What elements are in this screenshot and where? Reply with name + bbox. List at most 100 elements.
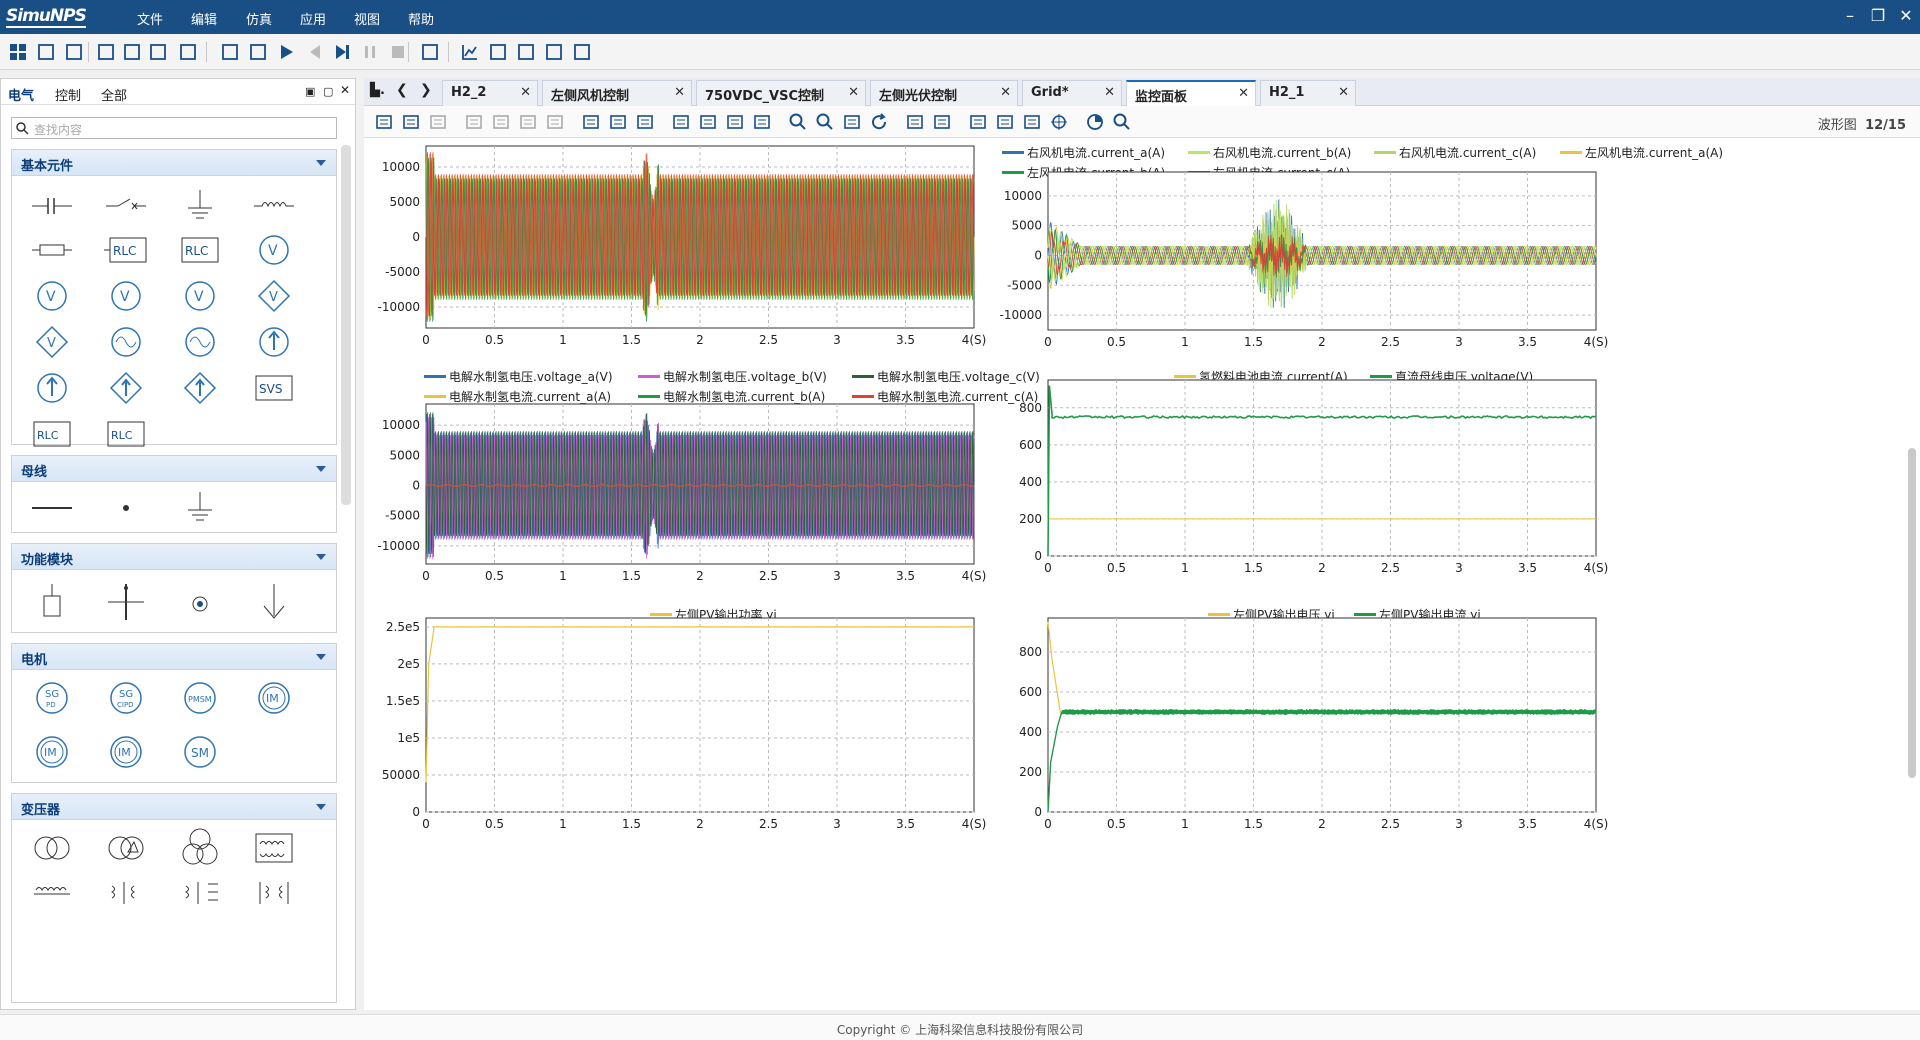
tab-close-icon[interactable]: ✕ (520, 85, 531, 100)
pmsm-icon[interactable]: PMSM (178, 678, 222, 718)
busbar-tap-icon[interactable] (104, 582, 148, 622)
refresh-icon[interactable] (867, 110, 891, 134)
panel-scrollbar[interactable] (341, 145, 351, 505)
im-icon[interactable]: IM (252, 678, 296, 718)
menu-simulate[interactable]: 仿真 (246, 9, 272, 28)
panel-close-icon[interactable]: ✕ (340, 83, 350, 97)
chart-pv-power[interactable]: 左侧PV输出功率.yi 0 0.5 1 1.5 2 2.5 3 3.5 4(S) 2.5e5 2e5 1… (364, 600, 987, 846)
ac-voltage-source-icon[interactable]: V (30, 276, 74, 316)
stop-icon[interactable] (386, 40, 410, 64)
settings-icon[interactable] (218, 40, 242, 64)
menu-help[interactable]: 帮助 (408, 9, 434, 28)
category-bus-header[interactable]: 母线 (12, 456, 336, 482)
zoom-in-icon[interactable] (786, 110, 810, 134)
target-icon[interactable] (1047, 110, 1071, 134)
menu-apply[interactable]: 应用 (300, 9, 326, 28)
capacitor-icon[interactable] (30, 186, 74, 226)
tab-close-icon[interactable]: ✕ (1238, 86, 1249, 101)
run-icon[interactable] (274, 40, 298, 64)
dependent-voltage-icon[interactable]: V (252, 276, 296, 316)
new-model-icon[interactable] (94, 40, 118, 64)
doc-tab-grid[interactable]: Grid* ✕ (1022, 80, 1122, 106)
copy-icon[interactable] (462, 110, 486, 134)
transformer-coil-icon[interactable] (252, 828, 296, 868)
align-left-icon[interactable] (606, 110, 630, 134)
rlc-parallel-icon[interactable]: RLC (178, 230, 222, 270)
doc-tab-vsc[interactable]: 750VDC_VSC控制 ✕ (696, 80, 866, 106)
menu-edit[interactable]: 编辑 (191, 9, 217, 28)
float-icon[interactable]: ▢ (323, 85, 333, 98)
chart-wind-current[interactable]: 右风机电流.current_a(A) 右风机电流.current_b(A) 右风机电… (988, 138, 1904, 352)
transformer-coil-2-icon[interactable] (30, 874, 74, 914)
chart-bus22-voltage[interactable]: Bus22.voltage_a(V)Bus22.voltage_b(V)Bus2… (364, 138, 986, 352)
paste-icon[interactable] (516, 110, 540, 134)
doc-tab-left-wind[interactable]: 左侧风机控制 ✕ (542, 80, 692, 106)
restore-icon[interactable]: ❐ (1864, 5, 1892, 27)
doc-tab-monitor[interactable]: 监控面板 ✕ (1126, 80, 1256, 106)
delete-icon[interactable] (543, 110, 567, 134)
tune-icon[interactable] (486, 40, 510, 64)
transformer-3w-icon[interactable] (178, 828, 222, 868)
doc-tab-h2-2[interactable]: H2_2 ✕ (442, 80, 538, 106)
tab-next-icon[interactable]: ❯ (420, 82, 432, 98)
voltage-source-icon[interactable]: V (252, 230, 296, 270)
chart-canvas[interactable]: 0 0.5 1 1.5 2 2.5 3 3.5 4(S) 800 600 400 200 0 (988, 362, 1904, 590)
pin-icon[interactable]: ▣ (305, 85, 315, 98)
align-right-icon[interactable] (633, 110, 657, 134)
sg-cipd-icon[interactable]: SG CIPD (104, 678, 148, 718)
import-model-icon[interactable] (146, 40, 170, 64)
transformer-delta-icon[interactable] (104, 828, 148, 868)
fit-icon[interactable] (669, 110, 693, 134)
dependent-voltage-2-icon[interactable]: V (30, 322, 74, 362)
zoom-out-icon[interactable] (813, 110, 837, 134)
transformer-coil-5-icon[interactable] (252, 874, 296, 914)
tab-prev-icon[interactable]: ❮ (396, 82, 408, 98)
connect-icon[interactable] (930, 110, 954, 134)
tab-all[interactable]: 全部 (101, 85, 127, 104)
chart-canvas[interactable]: 0 0.5 1 1.5 2 2.5 3 3.5 4(S) 2.5e5 2e5 1.5e5 1e5 5000… (364, 600, 986, 846)
measure-point-icon[interactable] (178, 582, 222, 622)
dependent-current-icon[interactable] (104, 368, 148, 408)
sm-icon[interactable]: SM (178, 732, 222, 772)
resistor-icon[interactable] (30, 230, 74, 270)
dependent-current-2-icon[interactable] (178, 368, 222, 408)
im-3-icon[interactable]: IM (104, 732, 148, 772)
rlc-branch-icon[interactable]: RLC (30, 414, 74, 454)
chart-canvas[interactable]: 0 0.5 1 1.5 2 2.5 3 3.5 4(S) 10000 5000 0 -5000 -1000… (988, 138, 1904, 352)
chart-pv-voltage-current[interactable]: 左侧PV输出电压.yi 左侧PV输出电流.yi 0 0.5 1 1.5 2 2.5 3 3.5 4(… (988, 600, 1904, 846)
menu-view[interactable]: 视图 (354, 9, 380, 28)
current-source-icon[interactable] (252, 322, 296, 362)
doc-tab-left-pv[interactable]: 左侧光伏控制 ✕ (870, 80, 1018, 106)
category-basic-header[interactable]: 基本元件 (12, 150, 336, 176)
fit-width-icon[interactable] (723, 110, 747, 134)
panel-icon[interactable] (62, 40, 86, 64)
tab-list-icon[interactable]: ▙. (370, 83, 385, 98)
undo-icon[interactable] (399, 110, 423, 134)
tab-close-icon[interactable]: ✕ (848, 85, 859, 100)
im-2-icon[interactable]: IM (30, 732, 74, 772)
transformer-2w-icon[interactable] (30, 828, 74, 868)
fit-height-icon[interactable] (750, 110, 774, 134)
transformer-coil-4-icon[interactable] (178, 874, 222, 914)
list-icon[interactable] (34, 40, 58, 64)
bus-node-icon[interactable] (104, 488, 148, 528)
headset-icon[interactable] (542, 40, 566, 64)
network-icon[interactable] (418, 40, 442, 64)
chart-canvas[interactable]: 0 0.5 1 1.5 2 2.5 3 3.5 4(S) 800 600 400 200 0 (988, 600, 1904, 846)
grid-snap-icon[interactable] (903, 110, 927, 134)
redo-icon[interactable] (426, 110, 450, 134)
sine-source-2-icon[interactable] (178, 322, 222, 362)
layer-icon[interactable] (840, 110, 864, 134)
step-forward-icon[interactable] (330, 40, 354, 64)
category-motor-header[interactable]: 电机 (12, 644, 336, 670)
axis-x-icon[interactable] (993, 110, 1017, 134)
category-function-header[interactable]: 功能模块 (12, 544, 336, 570)
bus-ground-icon[interactable] (178, 488, 222, 528)
current-source-2-icon[interactable] (30, 368, 74, 408)
svs-icon[interactable]: SVS (252, 368, 296, 408)
rlc-series-icon[interactable]: RLC (104, 230, 148, 270)
rlc-branch-2-icon[interactable]: RLC (104, 414, 148, 454)
bus-line-icon[interactable] (30, 488, 74, 528)
arrow-down-icon[interactable] (252, 582, 296, 622)
zoom-fit-icon[interactable] (1110, 110, 1134, 134)
